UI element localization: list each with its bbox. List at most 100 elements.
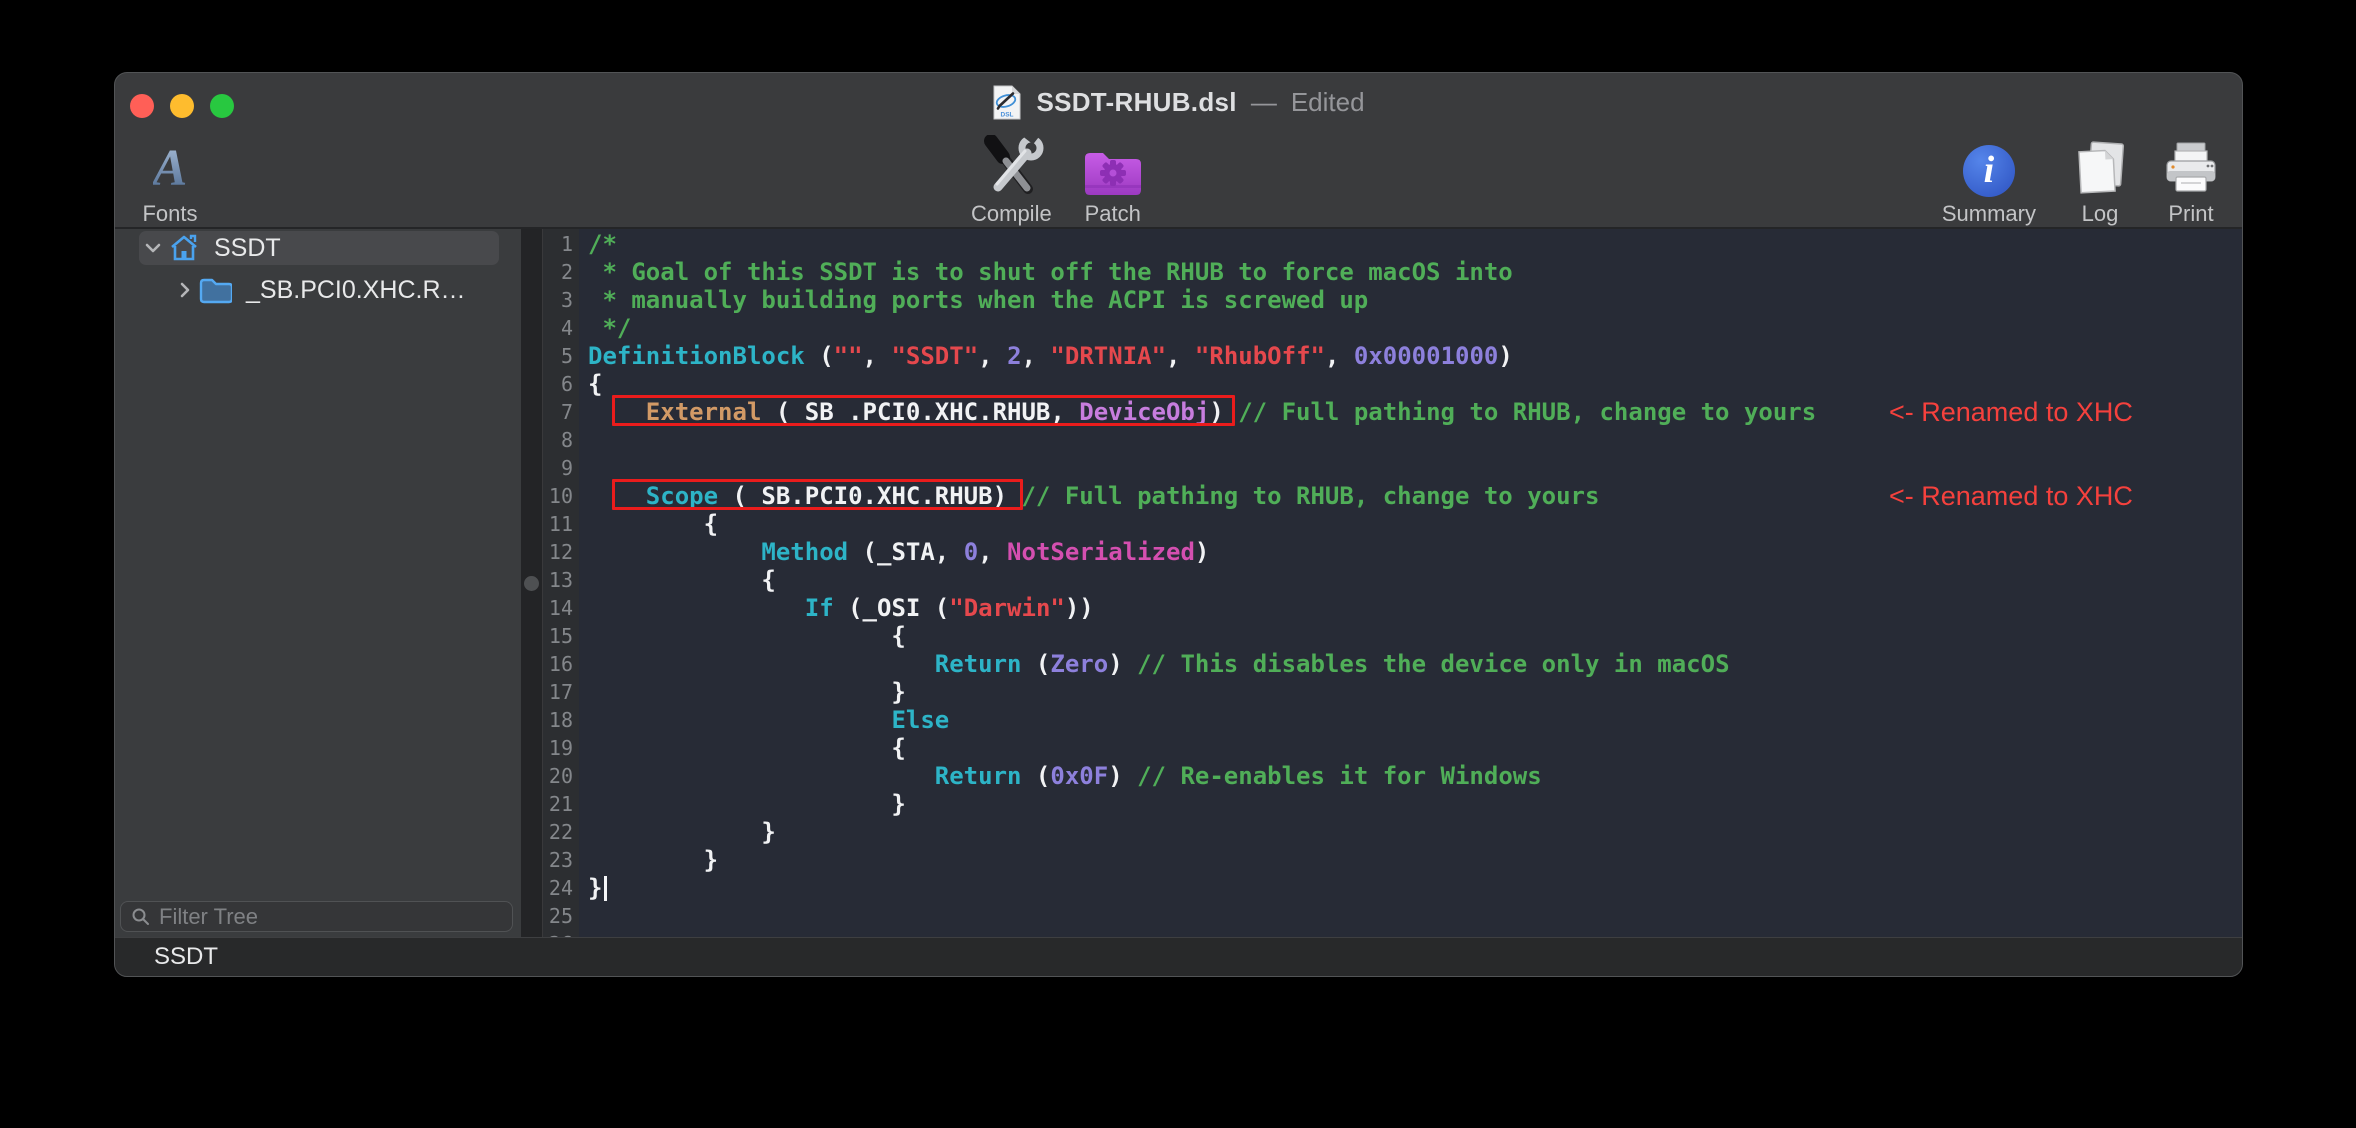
compile-button[interactable]: Compile: [971, 135, 1052, 227]
line-number: 26: [543, 930, 579, 937]
code-line: Return (0x0F) // Re-enables it for Windo…: [579, 762, 2242, 790]
code-line: */: [579, 314, 2242, 342]
split-divider[interactable]: [521, 229, 542, 937]
content-area: SSDT _SB.PCI0.XHC.R… 1: [115, 227, 2242, 937]
compile-icon: [976, 135, 1046, 197]
title-group: DSL SSDT-RHUB.dsl — Edited: [115, 73, 2242, 131]
code-line: {: [579, 510, 2242, 538]
rename-annotation: <- Renamed to XHC: [1889, 482, 2133, 510]
sidebar-tree: SSDT _SB.PCI0.XHC.R…: [115, 229, 521, 937]
code-line: [579, 902, 2242, 930]
code-line: }: [579, 790, 2242, 818]
code-line: * Goal of this SSDT is to shut off the R…: [579, 258, 2242, 286]
line-number: 25: [543, 902, 579, 930]
line-number: 22: [543, 818, 579, 846]
summary-button[interactable]: i Summary: [1942, 135, 2036, 227]
fonts-label: Fonts: [142, 201, 197, 227]
code-line: [579, 930, 2242, 937]
title-separator: —: [1251, 87, 1277, 118]
code-line: Return (Zero) // This disables the devic…: [579, 650, 2242, 678]
line-number: 14: [543, 594, 579, 622]
code-line: DefinitionBlock ("", "SSDT", 2, "DRTNIA"…: [579, 342, 2242, 370]
status-path: SSDT: [154, 943, 218, 971]
printer-icon: [2164, 135, 2218, 197]
rename-highlight-box: [612, 395, 1234, 426]
line-number: 15: [543, 622, 579, 650]
code-line: {: [579, 566, 2242, 594]
line-number-gutter: 1234567891011121314151617181920212223242…: [542, 229, 579, 937]
log-label: Log: [2082, 201, 2119, 227]
code-line: }: [579, 818, 2242, 846]
line-number: 18: [543, 706, 579, 734]
split-drag-handle[interactable]: [524, 576, 539, 591]
info-icon: i: [1963, 135, 2015, 197]
line-number: 20: [543, 762, 579, 790]
line-number: 8: [543, 426, 579, 454]
log-pages-icon: [2072, 135, 2128, 197]
chevron-down-icon[interactable]: [144, 239, 162, 257]
code-line: {: [579, 622, 2242, 650]
line-number: 10: [543, 482, 579, 510]
code-line: }: [579, 678, 2242, 706]
code-line: [579, 454, 2242, 482]
filter-tree-input[interactable]: [159, 904, 502, 930]
line-number: 3: [543, 286, 579, 314]
rename-highlight-box: [612, 479, 1022, 510]
svg-text:DSL: DSL: [1001, 111, 1014, 118]
line-number: 16: [543, 650, 579, 678]
sidebar-item-label: _SB.PCI0.XHC.R…: [246, 276, 466, 305]
print-button[interactable]: Print: [2164, 135, 2218, 227]
toolbar: A Fonts Compile: [115, 131, 2242, 227]
edited-badge: Edited: [1291, 87, 1365, 118]
line-number: 7: [543, 398, 579, 426]
code-line: * manually building ports when the ACPI …: [579, 286, 2242, 314]
text-caret: [604, 876, 607, 901]
chevron-right-icon[interactable]: [176, 281, 194, 299]
code-line: Method (_STA, 0, NotSerialized): [579, 538, 2242, 566]
patch-icon: [1082, 135, 1144, 197]
patch-label: Patch: [1085, 201, 1141, 227]
document-icon: DSL: [992, 84, 1022, 121]
line-number: 4: [543, 314, 579, 342]
print-label: Print: [2168, 201, 2213, 227]
line-number: 11: [543, 510, 579, 538]
code-line: {: [579, 370, 2242, 398]
search-icon: [131, 907, 151, 927]
log-button[interactable]: Log: [2072, 135, 2128, 227]
fonts-icon: A: [153, 141, 188, 197]
code-line: }: [579, 846, 2242, 874]
rename-annotation: <- Renamed to XHC: [1889, 398, 2133, 426]
line-number: 17: [543, 678, 579, 706]
code-line: If (_OSI ("Darwin")): [579, 594, 2242, 622]
code-editor[interactable]: /* * Goal of this SSDT is to shut off th…: [579, 229, 2242, 937]
sidebar-item-label: SSDT: [214, 234, 281, 263]
window-title: SSDT-RHUB.dsl: [1036, 87, 1236, 118]
line-number: 19: [543, 734, 579, 762]
fonts-button[interactable]: A Fonts: [135, 135, 205, 227]
status-bar: SSDT: [115, 937, 2242, 976]
line-number: 12: [543, 538, 579, 566]
line-number: 1: [543, 230, 579, 258]
sidebar-item-sb-pci0[interactable]: _SB.PCI0.XHC.R…: [176, 273, 466, 307]
line-number: 13: [543, 566, 579, 594]
line-number: 2: [543, 258, 579, 286]
line-number: 23: [543, 846, 579, 874]
sidebar-item-ssdt[interactable]: SSDT: [144, 231, 281, 265]
patch-button[interactable]: Patch: [1082, 135, 1144, 227]
code-pane: /* * Goal of this SSDT is to shut off th…: [579, 230, 2242, 937]
line-number: 5: [543, 342, 579, 370]
code-line: [579, 426, 2242, 454]
line-number: 21: [543, 790, 579, 818]
code-line: /*: [579, 230, 2242, 258]
code-line: {: [579, 734, 2242, 762]
line-number: 24: [543, 874, 579, 902]
summary-label: Summary: [1942, 201, 2036, 227]
code-line: }: [579, 874, 2242, 902]
line-number: 6: [543, 370, 579, 398]
titlebar: DSL SSDT-RHUB.dsl — Edited: [115, 73, 2242, 131]
code-line: Else: [579, 706, 2242, 734]
line-number: 9: [543, 454, 579, 482]
filter-tree-field[interactable]: [120, 901, 513, 932]
home-icon: [168, 233, 200, 263]
maciasl-window: DSL SSDT-RHUB.dsl — Edited A Fonts: [114, 72, 2243, 977]
